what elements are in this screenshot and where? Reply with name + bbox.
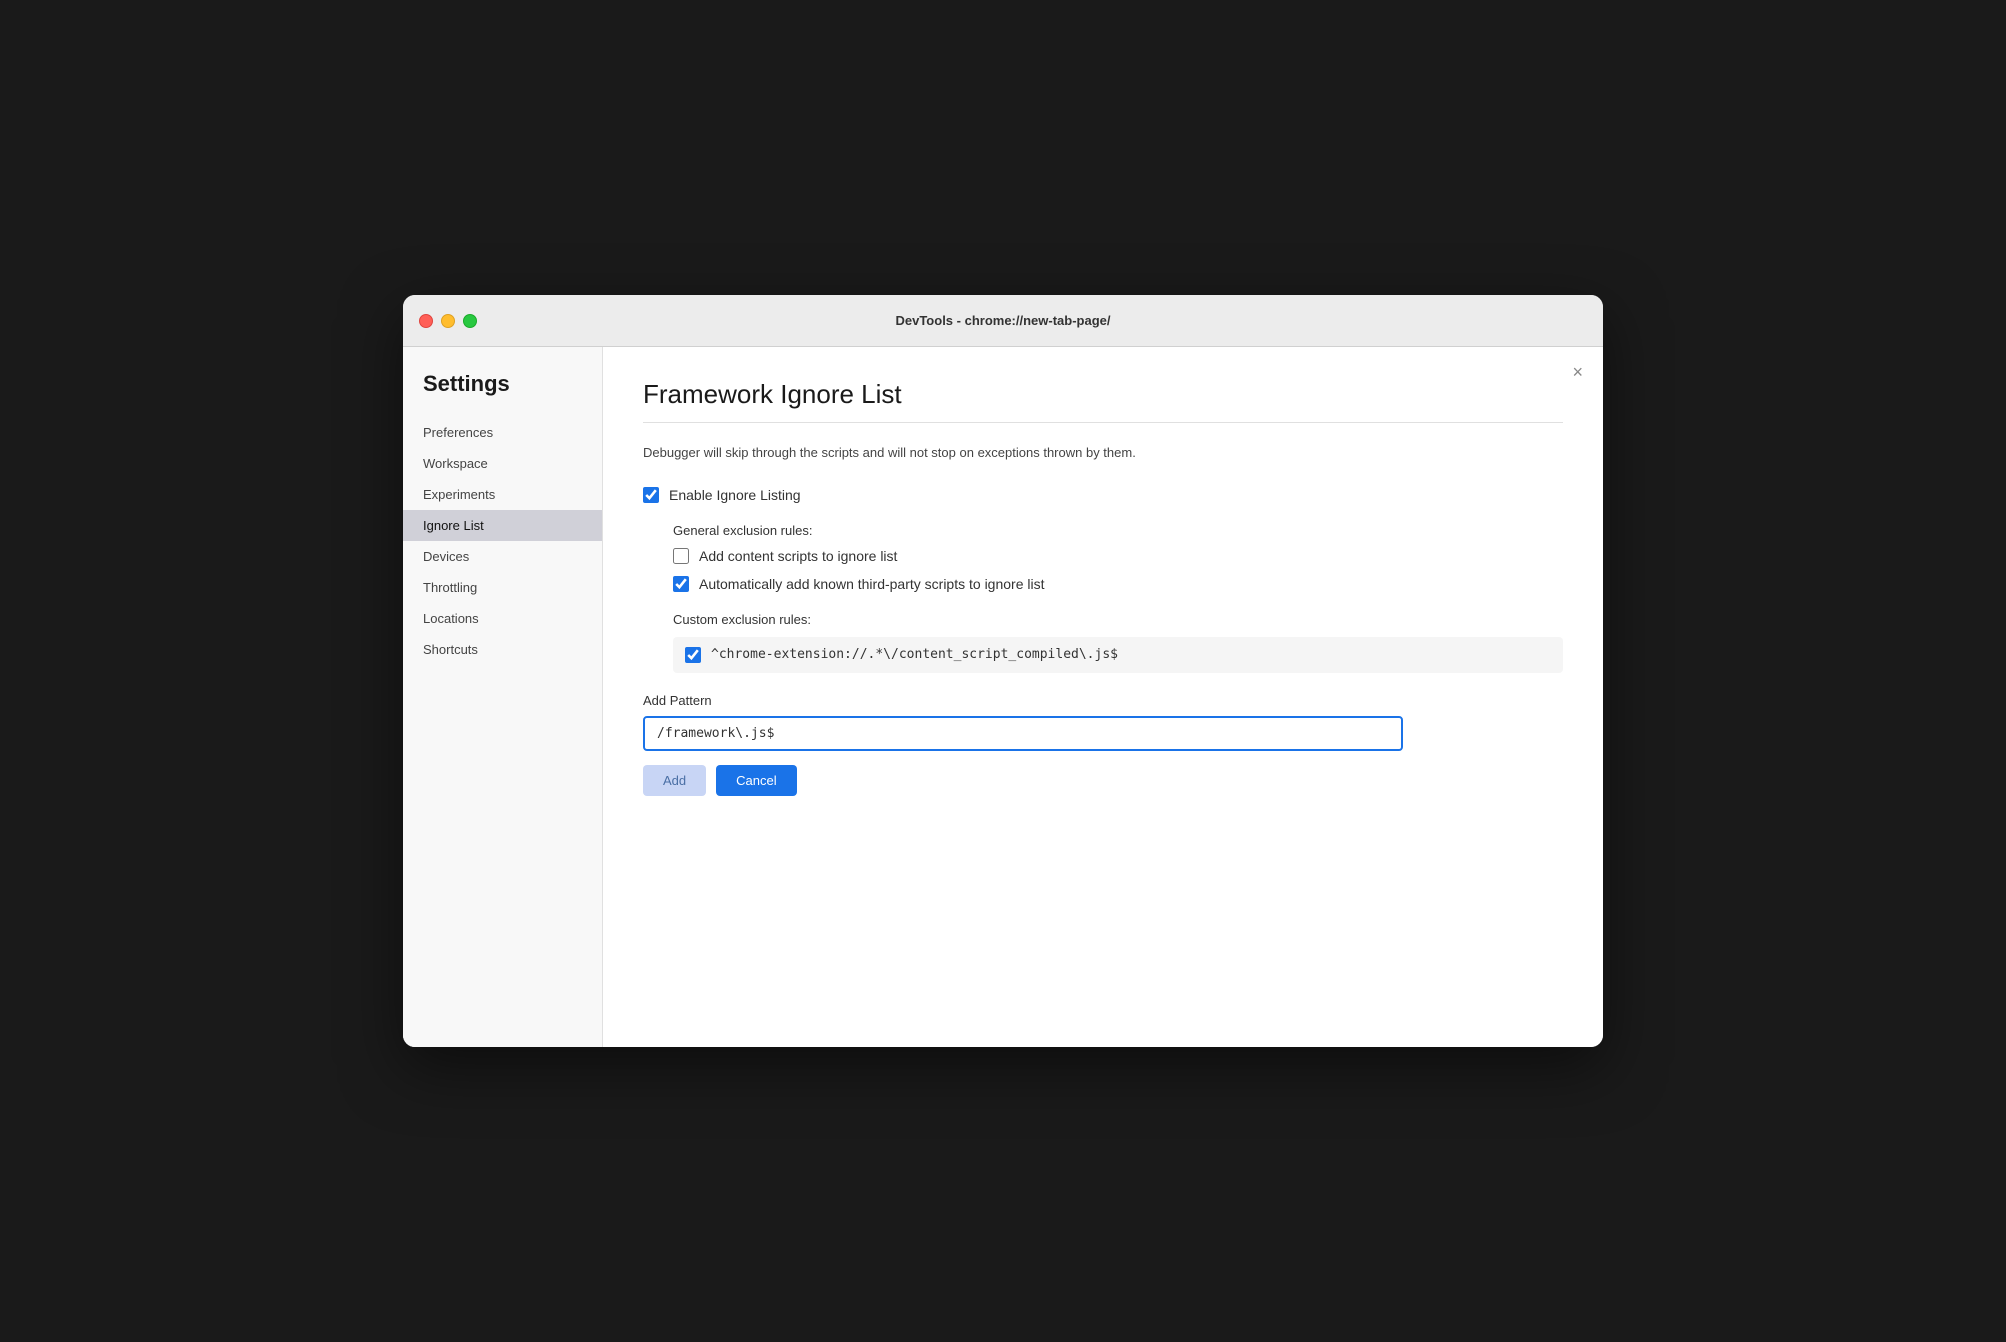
custom-exclusion-section: Custom exclusion rules: ^chrome-extensio…	[643, 612, 1563, 673]
traffic-lights	[419, 314, 477, 328]
auto-add-third-party-label[interactable]: Automatically add known third-party scri…	[699, 576, 1044, 592]
add-button[interactable]: Add	[643, 765, 706, 796]
minimize-traffic-light[interactable]	[441, 314, 455, 328]
sidebar-item-experiments[interactable]: Experiments	[403, 479, 602, 510]
enable-ignore-listing-label[interactable]: Enable Ignore Listing	[669, 487, 801, 503]
sidebar-item-preferences[interactable]: Preferences	[403, 417, 602, 448]
enable-ignore-listing-checkbox[interactable]	[643, 487, 659, 503]
maximize-traffic-light[interactable]	[463, 314, 477, 328]
window-body: Settings Preferences Workspace Experimen…	[403, 347, 1603, 1047]
cancel-button[interactable]: Cancel	[716, 765, 796, 796]
add-pattern-label: Add Pattern	[643, 693, 1563, 708]
general-exclusion-label: General exclusion rules:	[673, 523, 1563, 538]
add-content-scripts-label[interactable]: Add content scripts to ignore list	[699, 548, 897, 564]
auto-add-third-party-row: Automatically add known third-party scri…	[673, 576, 1563, 592]
sidebar-item-ignore-list[interactable]: Ignore List	[403, 510, 602, 541]
main-content: × Framework Ignore List Debugger will sk…	[603, 347, 1603, 1047]
general-exclusion-section: General exclusion rules: Add content scr…	[643, 523, 1563, 592]
section-divider	[643, 422, 1563, 423]
custom-rule-checkbox[interactable]	[685, 647, 701, 663]
auto-add-third-party-checkbox[interactable]	[673, 576, 689, 592]
add-content-scripts-row: Add content scripts to ignore list	[673, 548, 1563, 564]
custom-exclusion-label: Custom exclusion rules:	[673, 612, 1563, 627]
custom-rule-label: ^chrome-extension://.*\/content_script_c…	[711, 647, 1118, 662]
sidebar-heading: Settings	[403, 371, 602, 417]
titlebar: DevTools - chrome://new-tab-page/	[403, 295, 1603, 347]
custom-rule-row: ^chrome-extension://.*\/content_script_c…	[673, 637, 1563, 673]
sidebar-item-workspace[interactable]: Workspace	[403, 448, 602, 479]
window-title: DevTools - chrome://new-tab-page/	[895, 313, 1110, 328]
page-title: Framework Ignore List	[643, 379, 1563, 410]
sidebar-item-devices[interactable]: Devices	[403, 541, 602, 572]
page-description: Debugger will skip through the scripts a…	[643, 443, 1563, 463]
enable-ignore-listing-row: Enable Ignore Listing	[643, 487, 1563, 503]
sidebar-item-throttling[interactable]: Throttling	[403, 572, 602, 603]
sidebar: Settings Preferences Workspace Experimen…	[403, 347, 603, 1047]
close-traffic-light[interactable]	[419, 314, 433, 328]
pattern-input[interactable]	[643, 716, 1403, 751]
add-pattern-section: Add Pattern Add Cancel	[643, 693, 1563, 796]
sidebar-item-locations[interactable]: Locations	[403, 603, 602, 634]
button-row: Add Cancel	[643, 765, 1563, 796]
devtools-window: DevTools - chrome://new-tab-page/ Settin…	[403, 295, 1603, 1047]
sidebar-item-shortcuts[interactable]: Shortcuts	[403, 634, 602, 665]
close-button[interactable]: ×	[1572, 363, 1583, 381]
add-content-scripts-checkbox[interactable]	[673, 548, 689, 564]
